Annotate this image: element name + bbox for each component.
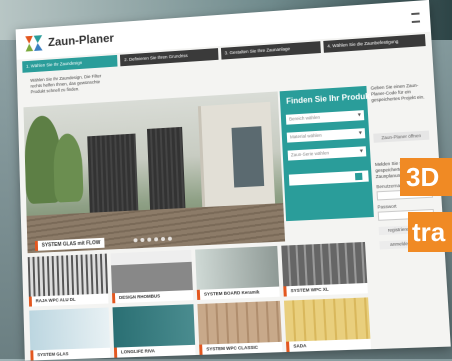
fence-panel [87, 133, 139, 217]
hero-tree [52, 132, 84, 203]
product-label: SYSTEM BOARD Keramik [196, 286, 280, 300]
product-image [281, 241, 368, 287]
select-label: Zaun-Serie wählen [290, 150, 330, 158]
menu-icon[interactable] [411, 12, 421, 24]
overlay-badge-tra: tra [408, 212, 452, 252]
product-card[interactable]: SYSTEM WPC CLASSIC [197, 300, 283, 355]
product-card[interactable]: LONGLIFE RIVA [112, 304, 196, 358]
code-info: Geben Sie einen Zaun-Planer-Code für ein… [370, 82, 425, 103]
product-card[interactable]: SYSTEM GLAS [29, 307, 111, 361]
app-title: Zaun-Planer [47, 31, 115, 50]
select-material[interactable]: Material wählen ▾ [286, 128, 366, 143]
product-card[interactable]: SYSTEM WPC XL [281, 241, 368, 297]
logo-icon [25, 35, 43, 52]
select-label: Bereich wählen [288, 114, 321, 122]
product-card[interactable]: SYSTEM BOARD Keramik [195, 245, 280, 300]
arrow-right-icon[interactable] [354, 172, 363, 181]
product-label: SADA [285, 338, 372, 352]
product-card[interactable]: SADA [283, 297, 372, 352]
hero-image[interactable]: SYSTEM GLAS mit FLOW [23, 91, 286, 254]
product-card[interactable]: RAJA WPC ALU DL [27, 253, 109, 307]
product-image [283, 297, 371, 342]
chevron-down-icon: ▾ [359, 148, 364, 155]
overlay-badge-3d: 3D [400, 158, 452, 196]
product-label: DESIGN RHOMBUS [112, 290, 194, 304]
finder-title: Finden Sie Ihr Produkt [285, 91, 373, 106]
monitor-screen: Zaun-Planer 1. Wählen Sie Ihr Zaundesign… [15, 0, 451, 361]
product-finder: Finden Sie Ihr Produkt Bereich wählen ▾ … [279, 85, 374, 222]
intro-text: Wählen Sie Ihr Zaundesign. Die Filter re… [30, 73, 102, 95]
product-image [195, 245, 280, 290]
product-image [27, 253, 109, 297]
fence-panel [146, 126, 186, 218]
product-image [110, 249, 193, 294]
select-label: Material wählen [289, 132, 322, 140]
hero-window [231, 126, 265, 188]
chevron-down-icon: ▾ [358, 130, 363, 137]
product-label: SYSTEM WPC XL [283, 282, 368, 297]
product-image [29, 307, 111, 351]
product-label: SYSTEM WPC CLASSIC [199, 341, 283, 355]
chevron-down-icon: ▾ [357, 112, 362, 119]
select-serie[interactable]: Zaun-Serie wählen ▾ [287, 146, 367, 161]
product-image [112, 304, 196, 348]
select-bereich[interactable]: Bereich wählen ▾ [285, 110, 365, 125]
product-label: RAJA WPC ALU DL [28, 293, 109, 307]
open-planner-button[interactable]: Zaun-Planer öffnen [373, 130, 430, 143]
product-image [197, 300, 282, 345]
product-card[interactable]: DESIGN RHOMBUS [110, 249, 194, 304]
product-label: LONGLIFE RIVA [113, 344, 196, 358]
